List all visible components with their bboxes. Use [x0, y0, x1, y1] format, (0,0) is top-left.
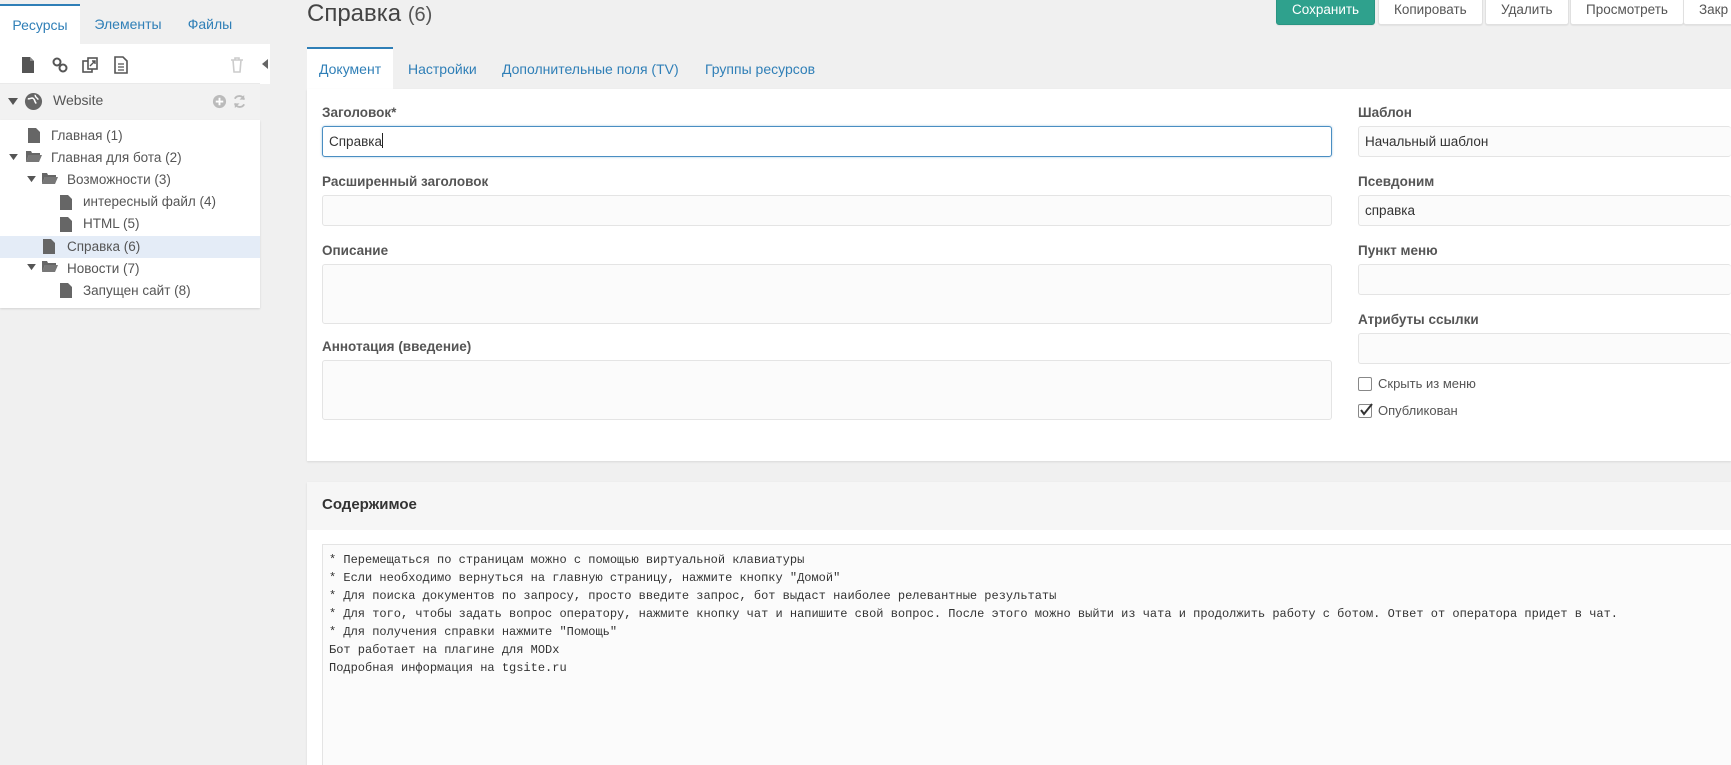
title-label: Заголовок* [322, 105, 397, 120]
tree-item[interactable]: интересный файл (4) [83, 191, 216, 213]
resource-id: (6) [407, 4, 433, 26]
new-document-icon[interactable] [19, 56, 37, 74]
close-button[interactable]: Закр [1683, 0, 1731, 25]
static-resource-icon[interactable] [112, 56, 130, 74]
published-label: Опубликован [1378, 403, 1458, 418]
content-line: * Если необходимо вернуться на главную с… [329, 571, 841, 585]
document-icon [60, 283, 72, 298]
delete-button[interactable]: Удалить [1485, 0, 1569, 25]
document-icon [28, 128, 40, 143]
link-attributes-label: Атрибуты ссылки [1358, 312, 1479, 327]
tree-item-selected[interactable]: Справка (6) [67, 236, 140, 258]
content-line: Бот работает на плагине для MODx [329, 643, 560, 657]
trash-icon[interactable] [228, 56, 246, 74]
description-textarea[interactable] [322, 264, 1332, 324]
resource-tree: Главная (1) Главная для бота (2) Возможн… [0, 120, 260, 308]
checkmark-icon [1360, 403, 1373, 416]
weblink-icon[interactable] [51, 56, 69, 74]
content-title: Содержимое [322, 496, 417, 513]
content-line: * Для того, чтобы задать вопрос оператор… [329, 607, 1619, 621]
copy-button[interactable]: Копировать [1378, 0, 1483, 25]
template-label: Шаблон [1358, 105, 1412, 120]
content-line: * Перемещаться по страницам можно с помо… [329, 553, 805, 567]
hide-menu-checkbox-row[interactable]: Скрыть из меню [1358, 375, 1476, 393]
content-line: Подробная информация на tgsite.ru [329, 661, 567, 675]
longtitle-input[interactable] [322, 195, 1332, 226]
description-label: Описание [322, 243, 389, 258]
tree-root[interactable]: Website [0, 84, 260, 120]
collapse-panel-handle[interactable] [260, 44, 270, 84]
tree-item[interactable]: Запущен сайт (8) [83, 280, 191, 302]
tab-files[interactable]: Файлы [178, 4, 242, 46]
caret-down-icon[interactable] [9, 154, 18, 161]
document-form: Заголовок* Справка Расширенный заголовок… [307, 89, 1731, 461]
folder-open-icon [42, 261, 58, 272]
content-header: Содержимое [307, 482, 1731, 530]
document-icon [43, 239, 55, 254]
published-checkbox[interactable] [1358, 403, 1373, 418]
tab-document[interactable]: Документ [307, 47, 394, 89]
folder-open-icon [42, 173, 58, 184]
menutitle-input[interactable] [1358, 264, 1731, 295]
tree-toolbar [0, 44, 260, 84]
longtitle-label: Расширенный заголовок [322, 174, 489, 189]
title-input-value: Справка [329, 134, 382, 149]
tab-resources[interactable]: Ресурсы [0, 4, 80, 46]
document-icon [60, 195, 72, 210]
menutitle-label: Пункт меню [1358, 243, 1438, 258]
folder-open-icon [26, 151, 42, 162]
content-editor[interactable]: * Перемещаться по страницам можно с помо… [322, 544, 1731, 765]
globe-icon [24, 92, 43, 111]
title-input[interactable]: Справка [322, 126, 1332, 157]
text-caret [381, 133, 383, 148]
tree-item[interactable]: HTML (5) [83, 213, 140, 235]
caret-down-icon[interactable] [27, 264, 36, 271]
left-tabs: Ресурсы Элементы Файлы [0, 2, 260, 46]
introtext-textarea[interactable] [322, 360, 1332, 420]
tree-item[interactable]: Новости (7) [67, 258, 140, 280]
resource-panel: Ресурсы Элементы Файлы Website Главная (… [0, 0, 270, 310]
hide-menu-label: Скрыть из меню [1378, 376, 1476, 391]
save-button[interactable]: Сохранить [1276, 0, 1376, 25]
page-title: Справка (6) [307, 0, 432, 28]
resource-title: Справка [307, 0, 402, 27]
symlink-icon[interactable] [81, 56, 99, 74]
tree-root-label: Website [53, 92, 104, 108]
caret-down-icon[interactable] [8, 98, 18, 106]
template-select[interactable]: Начальный шаблон [1358, 126, 1731, 157]
tab-resource-groups[interactable]: Группы ресурсов [705, 47, 815, 89]
link-attributes-input[interactable] [1358, 333, 1731, 364]
resource-tabs: Документ Настройки Дополнительные поля (… [307, 47, 1731, 89]
introtext-label: Аннотация (введение) [322, 339, 472, 354]
add-context-icon[interactable] [212, 94, 227, 109]
hide-menu-checkbox[interactable] [1358, 377, 1372, 391]
published-checkbox-row[interactable]: Опубликован [1358, 402, 1458, 420]
refresh-icon[interactable] [232, 94, 247, 109]
content-panel: Содержимое * Перемещаться по страницам м… [307, 482, 1731, 765]
tree-item[interactable]: Главная для бота (2) [51, 147, 182, 169]
tab-template-variables[interactable]: Дополнительные поля (TV) [502, 47, 679, 89]
tab-elements[interactable]: Элементы [86, 4, 170, 46]
alias-input[interactable]: справка [1358, 195, 1731, 226]
tree-item[interactable]: Возможности (3) [67, 169, 171, 191]
alias-label: Псевдоним [1358, 174, 1435, 189]
content-line: * Для поиска документов по запросу, прос… [329, 589, 1057, 603]
content-line: * Для получения справки нажмите "Помощь" [329, 625, 618, 639]
tree-item[interactable]: Главная (1) [51, 125, 123, 147]
tab-settings[interactable]: Настройки [408, 47, 477, 89]
document-icon [60, 217, 72, 232]
view-button[interactable]: Просмотреть [1570, 0, 1684, 25]
caret-left-icon [262, 59, 268, 69]
caret-down-icon[interactable] [27, 176, 36, 183]
